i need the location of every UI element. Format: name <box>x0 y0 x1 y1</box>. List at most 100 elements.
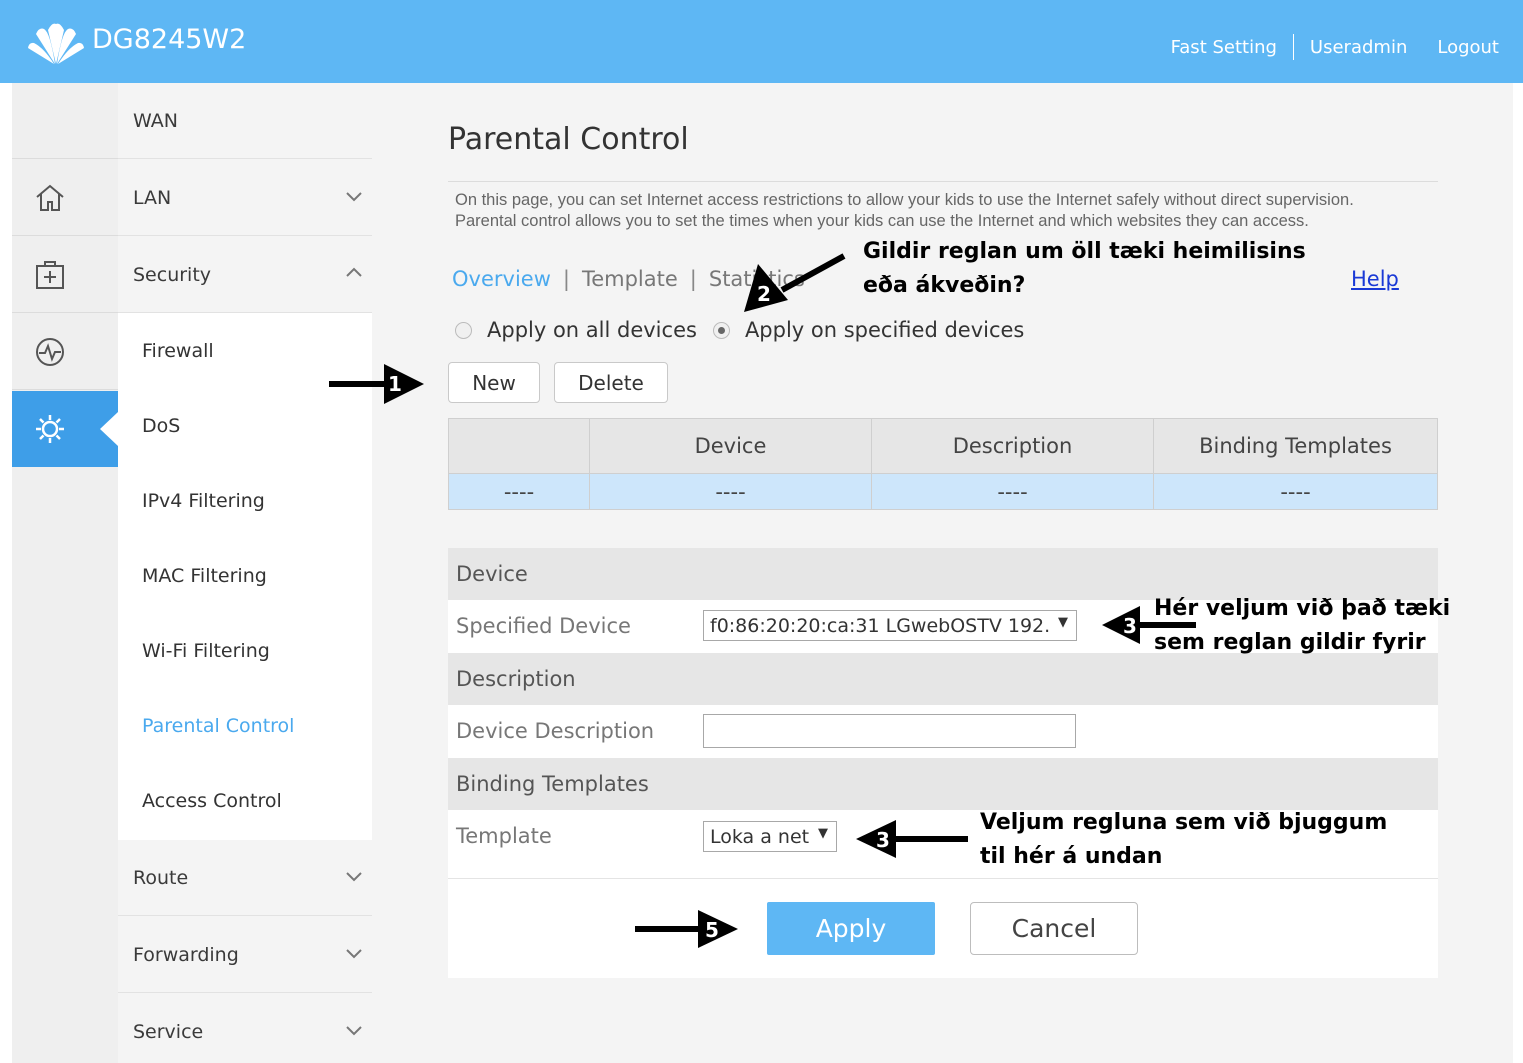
menu-wan[interactable]: WAN <box>118 83 372 159</box>
description-line-2: Parental control allows you to set the t… <box>455 212 1309 230</box>
radio-specified-devices[interactable] <box>712 321 730 339</box>
radio-all-devices-label: Apply on all devices <box>487 318 697 342</box>
annotation-number: 3 <box>876 828 890 852</box>
menu-forwarding[interactable]: Forwarding <box>118 917 372 993</box>
device-description-label: Device Description <box>456 719 655 743</box>
submenu-dos[interactable]: DoS <box>142 415 180 437</box>
table-cell: ---- <box>872 474 1154 509</box>
logout-link[interactable]: Logout <box>1437 37 1499 58</box>
annotation-text: Veljum regluna sem við bjuggum <box>980 810 1388 835</box>
submenu-mac-filtering[interactable]: MAC Filtering <box>142 565 267 587</box>
table-header: Device Description Binding Templates <box>449 419 1437 473</box>
submenu-wifi-filtering[interactable]: Wi-Fi Filtering <box>142 640 270 662</box>
rail-add[interactable] <box>12 237 118 313</box>
form-divider <box>448 878 1438 879</box>
apply-button[interactable]: Apply <box>767 902 935 955</box>
table-header-cell: Device <box>590 419 872 473</box>
table-row[interactable]: ---- ---- ---- ---- <box>449 473 1437 509</box>
description-line-1: On this page, you can set Internet acces… <box>455 191 1354 209</box>
page-description: On this page, you can set Internet acces… <box>455 190 1455 232</box>
table-header-cell <box>449 419 590 473</box>
security-submenu: Firewall DoS IPv4 Filtering MAC Filterin… <box>118 313 372 840</box>
chevron-down-icon <box>346 1026 362 1036</box>
annotation-text: til hér á undan <box>980 844 1163 869</box>
annotation-number: 2 <box>757 282 771 306</box>
cancel-button[interactable]: Cancel <box>970 902 1138 955</box>
menu-route-label: Route <box>133 866 189 889</box>
gear-icon <box>36 415 64 443</box>
rail-status[interactable] <box>12 314 118 390</box>
menu-route[interactable]: Route <box>118 840 372 916</box>
delete-button[interactable]: Delete <box>554 362 668 403</box>
tab-bar: Overview | Template | Statistics <box>452 267 805 291</box>
annotation-note-radio: Gildir reglan um öll tæki heimilisins eð… <box>863 235 1306 303</box>
tab-overview[interactable]: Overview <box>452 267 551 291</box>
annotation-number: 1 <box>388 372 402 396</box>
annotation-number: 3 <box>1123 614 1137 638</box>
specified-device-select[interactable]: f0:86:20:20:ca:31 LGwebOSTV 192. ▼ <box>703 610 1077 641</box>
menu-wan-label: WAN <box>133 109 178 132</box>
chevron-down-icon <box>346 192 362 202</box>
rail-home[interactable] <box>12 160 118 236</box>
radio-specified-devices-label: Apply on specified devices <box>744 318 1025 342</box>
fast-setting-link[interactable]: Fast Setting <box>1171 37 1277 58</box>
table-header-cell: Description <box>872 419 1154 473</box>
annotation-text: Gildir reglan um öll tæki heimilisins <box>863 239 1306 264</box>
menu-security[interactable]: Security <box>118 237 372 313</box>
template-select[interactable]: Loka a net ▼ <box>703 821 837 852</box>
header-links: Fast Setting Useradmin Logout <box>1171 34 1499 60</box>
menu-service[interactable]: Service <box>118 994 372 1063</box>
table-cell: ---- <box>590 474 872 509</box>
device-table: Device Description Binding Templates ---… <box>448 418 1438 510</box>
tab-template[interactable]: Template <box>582 267 678 291</box>
useradmin-link[interactable]: Useradmin <box>1310 37 1407 58</box>
section-binding-templates: Binding Templates <box>448 758 1438 810</box>
apply-scope-radios: Apply on all devices Apply on specified … <box>455 318 1040 342</box>
annotation-text: eða ákveðin? <box>863 273 1026 298</box>
annotation-note-device: Hér veljum við það tæki sem reglan gildi… <box>1154 592 1450 660</box>
home-icon <box>36 184 64 211</box>
annotation-text: sem reglan gildir fyrir <box>1154 630 1426 655</box>
table-header-cell: Binding Templates <box>1199 434 1392 458</box>
page-title: Parental Control <box>448 122 689 157</box>
link-divider <box>1292 34 1294 60</box>
router-admin-page: DG8245W2 Fast Setting Useradmin Logout W… <box>0 0 1523 1063</box>
new-button[interactable]: New <box>448 362 540 403</box>
dropdown-arrow-icon: ▼ <box>818 826 828 841</box>
submenu-access-control[interactable]: Access Control <box>142 790 282 812</box>
annotation-note-template: Veljum regluna sem við bjuggum til hér á… <box>980 806 1387 874</box>
specified-device-label: Specified Device <box>456 614 631 638</box>
side-menu: WAN LAN Security Firewall DoS IPv4 Filte… <box>118 83 372 1063</box>
title-divider <box>448 181 1438 182</box>
menu-security-label: Security <box>133 263 212 286</box>
rail-blank <box>12 83 118 159</box>
help-link[interactable]: Help <box>1351 267 1399 291</box>
menu-service-label: Service <box>133 1021 204 1043</box>
chevron-up-icon <box>346 267 362 277</box>
device-description-input[interactable] <box>703 714 1076 748</box>
active-rail-pointer <box>100 412 118 446</box>
submenu-ipv4-filtering[interactable]: IPv4 Filtering <box>142 490 265 512</box>
menu-lan[interactable]: LAN <box>118 160 372 236</box>
brand-logo-icon <box>28 23 84 65</box>
menu-lan-label: LAN <box>133 186 172 209</box>
section-description: Description <box>448 653 1438 705</box>
submenu-firewall[interactable]: Firewall <box>142 340 214 362</box>
tab-separator: | <box>689 267 697 291</box>
tab-separator: | <box>562 267 570 291</box>
template-value: Loka a net <box>710 825 810 848</box>
submenu-parental-control[interactable]: Parental Control <box>142 715 294 737</box>
device-model: DG8245W2 <box>92 24 247 55</box>
pulse-icon <box>36 337 64 366</box>
add-box-icon <box>36 260 64 289</box>
dropdown-arrow-icon: ▼ <box>1058 615 1068 630</box>
template-label: Template <box>456 824 552 848</box>
annotation-text: Hér veljum við það tæki <box>1154 596 1451 621</box>
radio-all-devices[interactable] <box>455 321 472 339</box>
chevron-down-icon <box>346 949 362 959</box>
chevron-down-icon <box>346 872 362 882</box>
menu-forwarding-label: Forwarding <box>133 943 239 966</box>
table-cell: ---- <box>1280 479 1311 504</box>
top-header: DG8245W2 Fast Setting Useradmin Logout <box>0 0 1523 83</box>
annotation-number: 5 <box>705 918 719 942</box>
